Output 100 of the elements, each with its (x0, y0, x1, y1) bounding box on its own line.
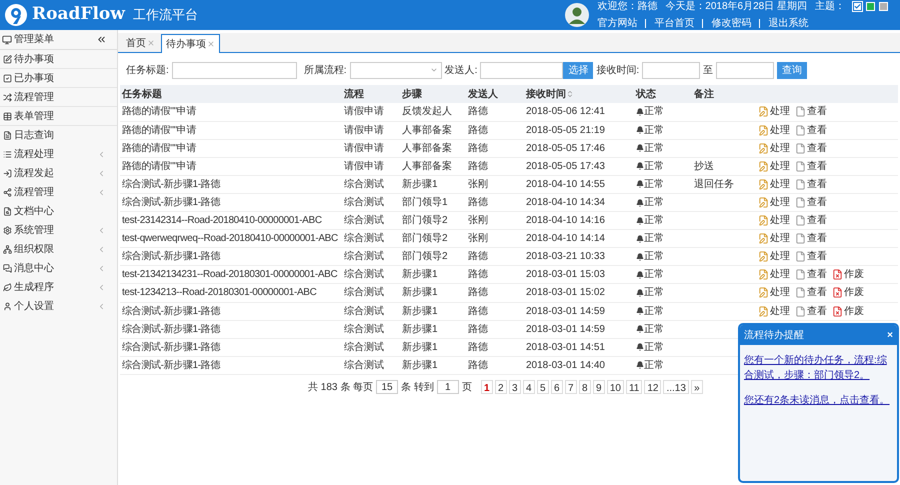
table-cell: 新步骤1 (402, 178, 438, 190)
title-input[interactable] (172, 62, 297, 78)
header-link[interactable]: 官方网站 (597, 16, 638, 31)
sidebar-item[interactable]: 流程管理 (0, 183, 117, 202)
sidebar-item[interactable]: 消息中心 (0, 259, 117, 278)
sidebar-item[interactable]: 已办事项 (0, 69, 117, 88)
page-button[interactable]: 1 (480, 380, 493, 394)
action-link[interactable]: 处理 (758, 104, 790, 120)
start-date-input[interactable] (642, 62, 700, 78)
sidebar-item[interactable]: 个人设置 (0, 297, 117, 316)
sidebar-item[interactable]: 流程管理 (0, 88, 117, 107)
sender-input[interactable] (480, 62, 564, 78)
page-button[interactable]: 6 (550, 380, 563, 394)
sidebar-item[interactable]: 生成程序 (0, 278, 117, 297)
action-link[interactable]: 查看 (795, 122, 827, 138)
action-link[interactable]: 查看 (795, 158, 827, 174)
header-link[interactable]: 退出系统 (768, 16, 808, 31)
sidebar-item[interactable]: 表单管理 (0, 107, 117, 126)
edit-file-icon (758, 197, 769, 208)
collapse-icon[interactable] (96, 34, 107, 45)
action-link[interactable]: 查看 (795, 176, 827, 192)
action-link[interactable]: 查看 (795, 104, 827, 120)
file-icon (795, 215, 806, 226)
table-cell: 抄送 (694, 160, 714, 172)
goto-page-input[interactable]: 1 (436, 380, 459, 394)
action-link[interactable]: 处理 (758, 249, 790, 264)
action-link[interactable]: 查看 (795, 267, 827, 282)
page-button[interactable]: 11 (626, 380, 642, 394)
action-link[interactable]: 处理 (758, 213, 790, 228)
sidebar-item[interactable]: 系统管理 (0, 221, 117, 240)
sort-icon[interactable] (566, 90, 574, 98)
status-text: 正常 (644, 196, 664, 210)
header-link[interactable]: 修改密码 (711, 16, 752, 31)
action-link[interactable]: 处理 (758, 304, 790, 319)
action-link[interactable]: 查看 (795, 195, 827, 210)
table-cell: 综合测试 (344, 215, 384, 226)
page-button[interactable]: 2 (494, 380, 507, 394)
action-link[interactable]: 查看 (795, 213, 827, 228)
sidebar-item[interactable]: 流程处理 (0, 145, 117, 164)
sidebar-item[interactable]: 日志查询 (0, 126, 117, 145)
action-link[interactable]: 处理 (758, 122, 790, 138)
bell-icon (636, 325, 644, 334)
table-cell: 综合测试 (344, 306, 384, 317)
table-cell: 路德的请假""申请 (122, 160, 196, 172)
action-link[interactable]: 作废 (832, 285, 864, 300)
action-link[interactable]: 处理 (758, 285, 790, 300)
sidebar-item[interactable]: 待办事项 (0, 50, 117, 69)
sidebar-item[interactable]: 文档中心 (0, 202, 117, 221)
filter-label: 发送人: (444, 64, 478, 78)
action-link[interactable]: 查看 (795, 304, 827, 319)
status-text: 正常 (644, 214, 664, 228)
action-link[interactable]: 处理 (758, 176, 790, 192)
action-link[interactable]: 查看 (795, 231, 827, 246)
close-icon[interactable] (147, 39, 155, 47)
table-cell: 新步骤1 (402, 287, 438, 298)
page-button[interactable]: ...13 (663, 380, 689, 394)
page-button[interactable]: 5 (536, 380, 549, 394)
table-cell: 路德 (468, 142, 488, 154)
table-cell: 综合测试 (344, 269, 384, 280)
action-link[interactable]: 处理 (758, 267, 790, 282)
theme-swatch[interactable] (853, 2, 862, 11)
sidebar-item[interactable]: 组织权限 (0, 240, 117, 259)
action-link[interactable]: 查看 (795, 285, 827, 300)
page-button[interactable]: 7 (564, 380, 577, 394)
bell-icon (636, 126, 644, 134)
action-link[interactable]: 查看 (795, 140, 827, 156)
sidebar-item[interactable]: 流程发起 (0, 164, 117, 183)
table-cell: 请假申请 (344, 142, 384, 154)
menu-item-icon (3, 226, 12, 235)
page-button[interactable]: 12 (644, 380, 662, 394)
action-link[interactable]: 查看 (795, 249, 827, 264)
close-icon[interactable] (207, 40, 215, 48)
tab[interactable]: 待办事项 (161, 34, 220, 53)
action-link[interactable]: 处理 (758, 158, 790, 174)
page-button[interactable]: 9 (592, 380, 605, 394)
tab[interactable]: 首页 (122, 34, 159, 52)
bell-icon (636, 252, 644, 261)
page-button[interactable]: » (690, 380, 703, 394)
end-date-input[interactable] (716, 62, 774, 78)
action-link[interactable]: 作废 (832, 267, 864, 282)
page-button[interactable]: 4 (522, 380, 535, 394)
message-link[interactable]: 您有一个新的待办任务，流程:综合测试，步骤：部门领导2。 (744, 353, 893, 383)
action-link[interactable]: 处理 (758, 195, 790, 210)
menu-item-icon (3, 302, 12, 311)
close-button[interactable]: × (887, 328, 893, 342)
dropdown-icon (430, 66, 438, 74)
flow-select[interactable] (350, 62, 442, 78)
action-link[interactable]: 作废 (832, 304, 864, 319)
column-header[interactable]: 接收时间 (526, 86, 566, 102)
page-button[interactable]: 8 (578, 380, 591, 394)
menu-item-icon (3, 264, 12, 273)
action-link[interactable]: 处理 (758, 231, 790, 246)
page-button[interactable]: 10 (606, 380, 624, 394)
file-icon (795, 106, 806, 118)
filter-label: 至 (703, 64, 714, 78)
header-link[interactable]: 平台首页 (654, 16, 694, 31)
page-size-input[interactable]: 15 (376, 380, 398, 394)
message-link[interactable]: 您还有2条未读消息，点击查看。 (744, 393, 893, 408)
page-button[interactable]: 3 (508, 380, 521, 394)
action-link[interactable]: 处理 (758, 140, 790, 156)
